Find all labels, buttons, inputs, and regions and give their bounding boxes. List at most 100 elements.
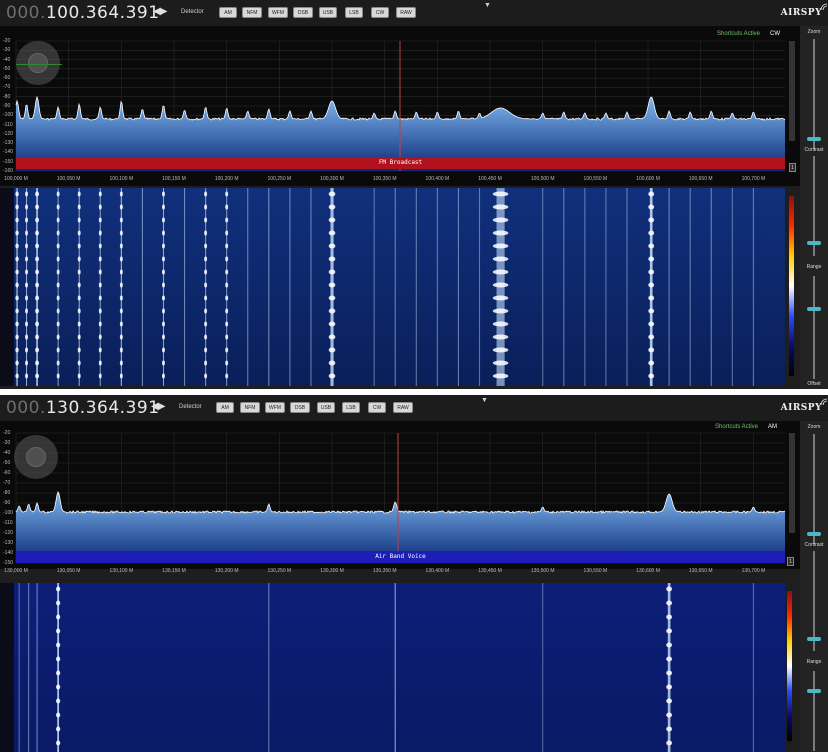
x-tick-label: 130,550 M <box>583 568 608 574</box>
waterfall-trace <box>247 188 249 386</box>
range-label: Range <box>806 659 822 665</box>
waterfall-burst <box>35 269 40 275</box>
waterfall-burst <box>204 308 208 314</box>
mode-cw-button[interactable]: CW <box>371 7 389 18</box>
waterfall-burst <box>648 230 655 236</box>
waterfall-burst <box>492 204 509 210</box>
x-tick-label: 130,450 M <box>478 568 502 574</box>
waterfall-burst <box>225 230 229 236</box>
scale-box[interactable]: 1 <box>787 557 794 566</box>
tuning-knob-overlay[interactable] <box>14 435 58 479</box>
waterfall-trace <box>478 188 481 386</box>
waterfall-burst <box>77 243 81 249</box>
chevron-down-icon[interactable]: ▼ <box>481 397 488 404</box>
sdr-panel-bottom: 000.130.364.391 ◀▶ Detector AM NFM WFM D… <box>0 395 828 752</box>
frequency-display[interactable]: 000.100.364.391 <box>6 3 160 23</box>
waterfall-display[interactable] <box>0 188 800 386</box>
waterfall-background <box>0 583 785 752</box>
waterfall-burst <box>225 217 229 223</box>
waterfall-display[interactable] <box>0 583 800 752</box>
waterfall-burst <box>25 308 29 314</box>
band-plan-bar[interactable]: Air Band Voice <box>16 551 785 563</box>
toolbar: 000.100.364.391 ◀▶ Detector AM NFM WFM D… <box>0 0 828 26</box>
contrast-slider-knob[interactable] <box>807 241 821 245</box>
waterfall-color-bar <box>787 591 792 741</box>
waterfall-burst <box>35 230 40 236</box>
waterfall-trace <box>563 188 565 386</box>
x-tick-label: 100,100 M <box>109 176 134 182</box>
waterfall-burst <box>25 269 29 275</box>
waterfall-burst <box>204 295 208 301</box>
contrast-slider-track[interactable] <box>813 551 815 651</box>
zoom-slider-track[interactable] <box>813 39 815 149</box>
x-tick-label: 100,650 M <box>688 176 713 182</box>
spectrum-scrollbar <box>789 433 795 533</box>
mode-dsb-button[interactable]: DSB <box>293 7 313 18</box>
waterfall-burst <box>162 217 165 223</box>
waterfall-burst <box>328 230 336 236</box>
waterfall-burst <box>15 269 19 275</box>
zoom-slider-knob[interactable] <box>807 137 821 141</box>
waterfall-burst <box>119 295 123 301</box>
zoom-label: Zoom <box>807 29 821 35</box>
tuning-knob-overlay[interactable] <box>16 41 60 85</box>
mode-raw-button[interactable]: RAW <box>396 7 416 18</box>
x-tick-label: 130,350 M <box>372 568 397 574</box>
waterfall-burst <box>35 282 40 288</box>
mode-am-button[interactable]: AM <box>216 402 234 413</box>
waterfall-trace <box>542 583 544 752</box>
waterfall-burst <box>666 726 673 732</box>
x-tick-label: 130,100 M <box>109 568 134 574</box>
band-plan-bar[interactable]: FM Broadcast <box>16 157 785 169</box>
waterfall-trace <box>584 188 586 386</box>
mode-wfm-button[interactable]: WFM <box>265 402 285 413</box>
waterfall-burst <box>25 360 29 366</box>
x-tick-label: 100,050 M <box>56 176 81 182</box>
tune-arrows-icon[interactable]: ◀▶ <box>151 401 165 412</box>
range-slider-knob[interactable] <box>807 689 821 693</box>
mode-am-button[interactable]: AM <box>219 7 237 18</box>
zoom-slider-knob[interactable] <box>807 532 821 536</box>
airspy-logo: AIRSPY <box>781 398 828 413</box>
waterfall-burst <box>225 347 229 353</box>
tuning-line <box>16 64 62 65</box>
waterfall-burst <box>119 373 123 379</box>
waterfall-burst <box>328 295 336 301</box>
zoom-slider-track[interactable] <box>813 434 815 544</box>
waterfall-burst <box>162 373 165 379</box>
waterfall-burst <box>204 334 208 340</box>
x-tick-label: 130,400 M <box>425 568 450 574</box>
mode-usb-button[interactable]: USB <box>317 402 335 413</box>
spectrum-display[interactable]: Shortcuts Active CW FM Broadcast 1 -20 -3… <box>0 26 800 186</box>
frequency-display[interactable]: 000.130.364.391 <box>6 398 160 418</box>
control-sidebar: Zoom Contrast Range <box>800 421 828 752</box>
waterfall-burst <box>204 191 208 197</box>
mode-lsb-button[interactable]: LSB <box>345 7 363 18</box>
range-slider-track[interactable] <box>813 276 815 379</box>
chevron-down-icon[interactable]: ▼ <box>484 2 491 9</box>
waterfall-burst <box>56 321 60 327</box>
mode-cw-button[interactable]: CW <box>368 402 386 413</box>
waterfall-burst <box>25 334 29 340</box>
mode-wfm-button[interactable]: WFM <box>268 7 288 18</box>
waterfall-burst <box>15 321 19 327</box>
mode-dsb-button[interactable]: DSB <box>290 402 310 413</box>
mode-raw-button[interactable]: RAW <box>393 402 413 413</box>
waterfall-burst <box>56 256 60 262</box>
mode-lsb-button[interactable]: LSB <box>342 402 360 413</box>
waterfall-burst <box>225 321 229 327</box>
mode-nfm-button[interactable]: NFM <box>242 7 262 18</box>
waterfall-burst <box>492 295 509 301</box>
waterfall-trace <box>184 188 186 386</box>
waterfall-burst <box>648 256 655 262</box>
mode-nfm-button[interactable]: NFM <box>240 402 260 413</box>
range-slider-knob[interactable] <box>807 307 821 311</box>
waterfall-burst <box>328 204 336 210</box>
tune-arrows-icon[interactable]: ◀▶ <box>153 6 167 17</box>
contrast-slider-knob[interactable] <box>807 637 821 641</box>
scale-box[interactable]: 1 <box>789 163 796 172</box>
mode-usb-button[interactable]: USB <box>319 7 337 18</box>
waterfall-left-margin <box>0 188 14 386</box>
spectrum-display[interactable]: Shortcuts Active AM Air Band Voice 1 -20… <box>0 421 800 574</box>
range-slider-track[interactable] <box>813 671 815 751</box>
